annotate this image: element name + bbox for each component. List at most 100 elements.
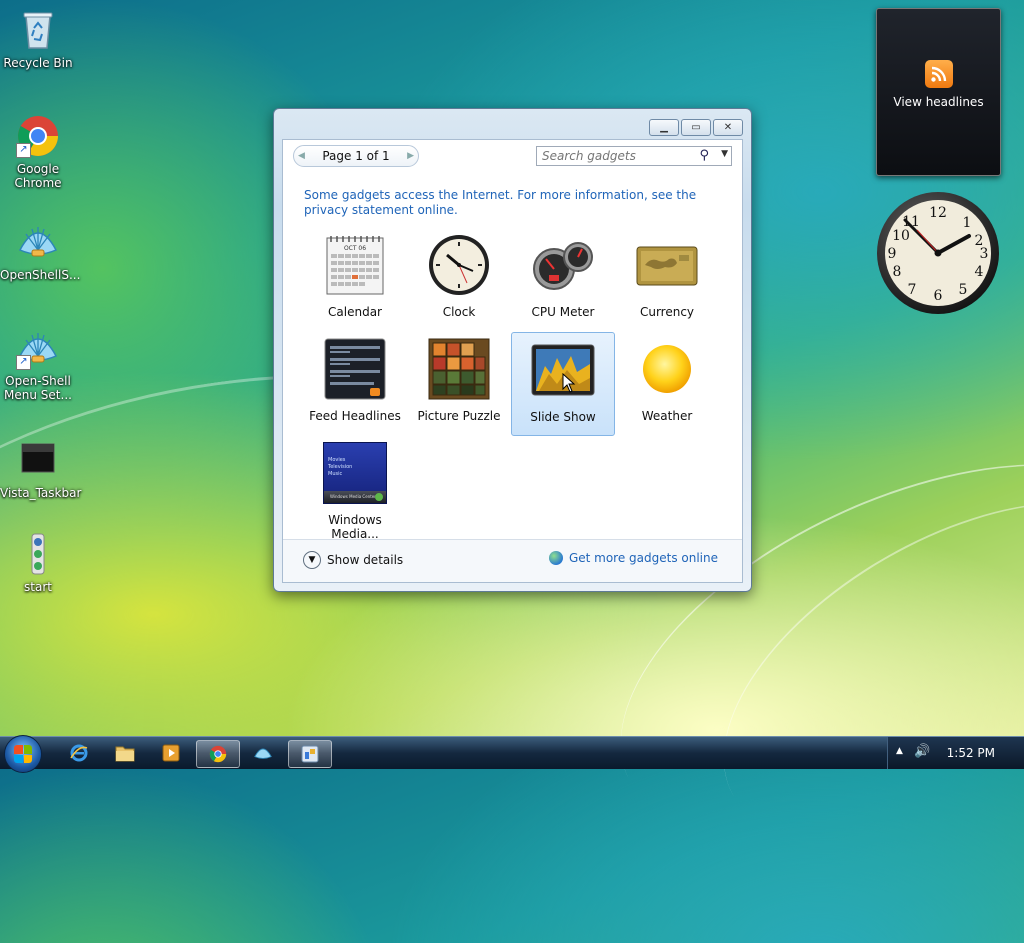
desktop-icon-label: Recycle Bin <box>3 56 73 70</box>
svg-text:12: 12 <box>929 205 947 221</box>
seashell-icon: ↗ <box>16 326 60 370</box>
desktop-icon-label: Vista_Taskbar <box>0 486 82 500</box>
view-headlines-label: View headlines <box>893 95 984 109</box>
maximize-button[interactable]: ▭ <box>681 119 711 136</box>
taskbar-openshell[interactable] <box>250 740 276 766</box>
desktop-icon-vista-taskbar[interactable]: Vista_Taskbar <box>0 438 82 500</box>
chevron-down-icon: ▼ <box>303 551 321 569</box>
search-icon[interactable]: ⚲ <box>699 148 709 163</box>
maximize-icon: ▭ <box>691 122 701 133</box>
desktop-icon-openshell-setup[interactable]: OpenShellS... <box>0 220 80 282</box>
page-next-icon[interactable]: ▶ <box>407 151 414 161</box>
windows-media-center-icon: Movies Television Music Windows Media Ce… <box>320 438 390 508</box>
gadgets-icon <box>301 745 319 763</box>
system-tray: ▲ 🔊 1:52 PM <box>887 737 1024 769</box>
gadget-feed-headlines[interactable]: Feed Headlines <box>303 332 407 436</box>
gadget-label: Clock <box>442 305 476 319</box>
media-menu-item: Music <box>328 471 343 477</box>
desktop-icon-start[interactable]: start <box>0 532 76 594</box>
desktop-icon-recycle-bin[interactable]: Recycle Bin <box>0 8 76 70</box>
taskbar-gadgets[interactable] <box>288 740 332 768</box>
close-button[interactable]: ✕ <box>713 119 743 136</box>
svg-text:10: 10 <box>892 228 910 244</box>
desktop-icon-openshell-settings[interactable]: ↗ Open-Shell Menu Set... <box>0 326 76 402</box>
media-menu-item: Television <box>328 464 353 470</box>
shortcut-arrow-icon: ↗ <box>16 143 31 158</box>
show-hidden-icons-icon[interactable]: ▲ <box>896 746 903 756</box>
media-menu-item: Movies <box>328 457 346 463</box>
seashell-icon <box>16 220 60 264</box>
svg-text:1: 1 <box>963 215 972 231</box>
clock-time[interactable]: 1:52 PM <box>947 746 995 760</box>
privacy-info-link[interactable]: Some gadgets access the Internet. For mo… <box>304 188 714 218</box>
clock-gadget[interactable]: 12 1 2 345 678 9 10 11 <box>875 190 1001 316</box>
search-input[interactable] <box>537 147 697 165</box>
gadget-windows-media-center[interactable]: Movies Television Music Windows Media Ce… <box>303 436 407 541</box>
close-icon: ✕ <box>723 122 733 133</box>
gadget-slide-show[interactable]: Slide Show <box>511 332 615 436</box>
windows-logo-icon <box>14 745 32 763</box>
chrome-icon: ↗ <box>16 114 60 158</box>
get-more-gadgets-link[interactable]: Get more gadgets online <box>548 551 718 565</box>
minimize-icon: ▁ <box>660 122 668 133</box>
currency-icon <box>632 230 702 300</box>
svg-text:5: 5 <box>959 282 968 298</box>
gadget-label: CPU Meter <box>531 305 595 319</box>
svg-text:3: 3 <box>980 246 989 262</box>
show-details-toggle[interactable]: ▼ Show details <box>303 551 403 569</box>
gadget-cpu-meter[interactable]: CPU Meter <box>511 228 615 332</box>
gadget-label: Weather <box>641 409 693 423</box>
taskbar-media-player[interactable] <box>158 740 184 766</box>
svg-text:9: 9 <box>888 246 897 262</box>
get-more-gadgets-label: Get more gadgets online <box>568 551 718 565</box>
rss-feed-icon <box>925 60 953 88</box>
slide-show-icon <box>528 335 598 405</box>
calendar-icon: OCT 06 <box>320 230 390 300</box>
taskbar: ▲ 🔊 1:52 PM <box>0 735 1024 773</box>
svg-text:8: 8 <box>893 264 902 280</box>
svg-text:7: 7 <box>908 282 917 298</box>
gadget-clock[interactable]: Clock <box>407 228 511 332</box>
desktop-icon-google-chrome[interactable]: ↗ Google Chrome <box>0 114 76 190</box>
gadget-gallery-window: ▁ ▭ ✕ ◀ Page 1 of 1 ▶ ⚲ ▼ Some gadgets a… <box>273 108 752 592</box>
gallery-footer: ▼ Show details Get more gadgets online <box>283 539 742 582</box>
traffic-light-icon <box>16 532 60 576</box>
volume-icon[interactable]: 🔊 <box>914 744 930 759</box>
seashell-icon <box>254 748 272 759</box>
gadget-label: Currency <box>639 305 695 319</box>
gadget-currency[interactable]: Currency <box>615 228 719 332</box>
desktop-icon-label: start <box>24 580 52 594</box>
clock-icon <box>424 230 494 300</box>
page-navigator: ◀ Page 1 of 1 ▶ <box>293 145 419 167</box>
gadget-label: Feed Headlines <box>309 409 401 423</box>
sun-icon <box>632 334 702 404</box>
mouse-cursor-icon <box>562 373 576 393</box>
media-center-bar-label: Windows Media Center <box>330 494 376 499</box>
cpu-meter-icon <box>528 230 598 300</box>
chevron-down-icon[interactable]: ▼ <box>721 149 728 159</box>
desktop-icon-label: Open-Shell Menu Set... <box>4 374 72 402</box>
gadget-label: Picture Puzzle <box>417 409 501 423</box>
desktop-icon-label: Google Chrome <box>14 162 62 190</box>
taskbar-file-explorer[interactable] <box>112 740 138 766</box>
window-caption-buttons: ▁ ▭ ✕ <box>649 119 743 136</box>
minimize-button[interactable]: ▁ <box>649 119 679 136</box>
folder-icon <box>115 746 135 762</box>
gadget-weather[interactable]: Weather <box>615 332 719 436</box>
chrome-icon <box>209 745 227 763</box>
start-button[interactable] <box>4 735 42 773</box>
gadget-picture-puzzle[interactable]: Picture Puzzle <box>407 332 511 436</box>
feed-headlines-icon <box>320 334 390 404</box>
gadget-calendar[interactable]: OCT 06 Calendar <box>303 228 407 332</box>
page-previous-icon[interactable]: ◀ <box>298 151 305 161</box>
globe-icon <box>548 551 563 565</box>
svg-text:4: 4 <box>975 264 984 280</box>
recycle-bin-icon <box>16 8 60 52</box>
shortcut-arrow-icon: ↗ <box>16 355 31 370</box>
taskbar-chrome[interactable] <box>196 740 240 768</box>
calendar-month-label: OCT 06 <box>344 245 366 252</box>
picture-puzzle-icon <box>424 334 494 404</box>
analog-clock-icon: 1212 345 678 91011 <box>877 192 999 314</box>
feed-headlines-gadget[interactable]: View headlines <box>876 8 1001 176</box>
taskbar-internet-explorer[interactable] <box>66 740 92 766</box>
